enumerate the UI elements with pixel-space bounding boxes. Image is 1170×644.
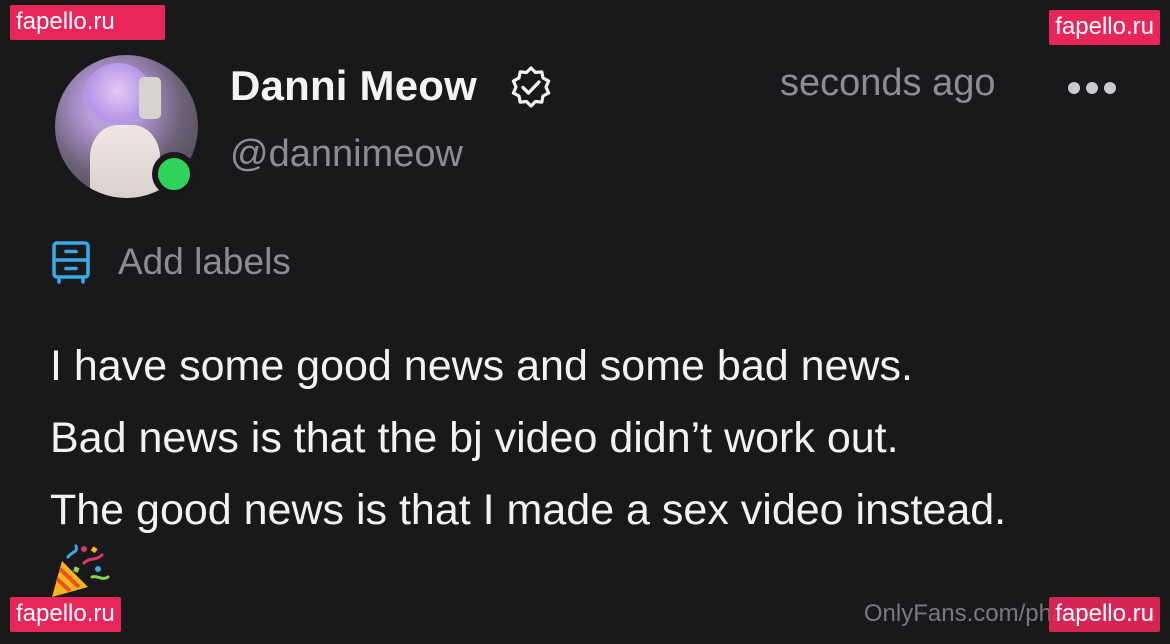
post-timestamp: seconds ago bbox=[780, 62, 996, 104]
avatar-phone bbox=[139, 77, 161, 119]
watermark-text: fapello.ru bbox=[1055, 600, 1154, 627]
post-text-line: I have some good news and some bad news. bbox=[50, 342, 913, 390]
post-text-line: The good news is that I made a sex video… bbox=[50, 486, 1007, 534]
watermark-text: fapello.ru bbox=[16, 8, 115, 35]
author-display-name[interactable]: Danni Meow bbox=[230, 62, 477, 110]
online-status-dot bbox=[152, 152, 196, 196]
post-text-line: Bad news is that the bj video didn’t wor… bbox=[50, 414, 899, 462]
watermark-text: fapello.ru bbox=[16, 600, 115, 627]
watermark-bottom-right: fapello.ru bbox=[1049, 597, 1160, 632]
verified-badge-icon bbox=[511, 66, 551, 108]
party-popper-icon bbox=[52, 544, 110, 597]
watermark-top-right: fapello.ru bbox=[1049, 10, 1160, 45]
watermark-text: fapello.ru bbox=[1055, 13, 1154, 40]
post-screen: fapello.ru fapello.ru Danni Meow @dannim… bbox=[0, 0, 1170, 644]
watermark-bottom-left: fapello.ru bbox=[10, 597, 121, 632]
post-body: I have some good news and some bad news.… bbox=[50, 330, 1150, 546]
add-labels-button[interactable]: Add labels bbox=[50, 238, 291, 286]
avatar-body bbox=[90, 125, 160, 198]
author-handle[interactable]: @dannimeow bbox=[230, 133, 463, 176]
watermark-top-left: fapello.ru bbox=[10, 5, 165, 40]
more-options-icon[interactable] bbox=[1066, 80, 1118, 96]
labels-drawer-icon bbox=[52, 241, 90, 284]
add-labels-label: Add labels bbox=[118, 241, 291, 282]
